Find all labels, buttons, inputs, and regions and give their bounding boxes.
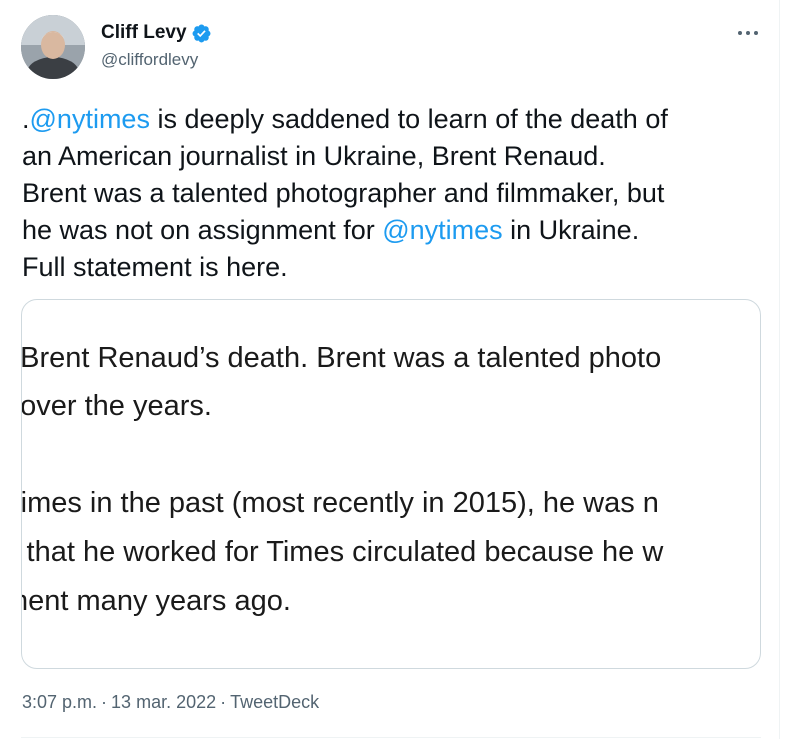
attached-image[interactable]: f Brent Renaud’s death. Brent was a tale… xyxy=(21,299,761,669)
image-text-line: ment many years ago. xyxy=(21,585,291,617)
tweet-metadata: 3:07 p.m. · 13 mar. 2022 · TweetDeck xyxy=(22,692,319,713)
image-text-line: Times in the past (most recently in 2015… xyxy=(21,487,659,519)
tweet-line: .@nytimes is deeply saddened to learn of… xyxy=(22,101,762,138)
separator: · xyxy=(101,692,108,712)
avatar[interactable] xyxy=(21,15,85,79)
tweet-date[interactable]: 13 mar. 2022 xyxy=(111,692,216,712)
more-options-icon xyxy=(738,31,758,35)
tweet-line-text: is deeply saddened to learn of the death… xyxy=(149,104,668,134)
tweet-line-suffix: in Ukraine. xyxy=(502,215,640,245)
tweet-time[interactable]: 3:07 p.m. xyxy=(22,692,97,712)
verified-badge-icon xyxy=(191,23,212,44)
separator: · xyxy=(220,692,227,712)
mention-link-nytimes[interactable]: @nytimes xyxy=(382,215,502,245)
mention-link-nytimes[interactable]: @nytimes xyxy=(30,104,150,134)
tweet-line: an American journalist in Ukraine, Brent… xyxy=(22,141,606,171)
tweet-line: Brent was a talented photographer and fi… xyxy=(22,178,665,208)
divider xyxy=(21,737,761,738)
author-handle[interactable]: @cliffordlevy xyxy=(101,50,198,70)
tweet-line-text: he was not on assignment for xyxy=(22,215,383,245)
tweet-line: he was not on assignment for @nytimes in… xyxy=(22,212,762,249)
avatar-photo-icon xyxy=(21,15,85,79)
tweet-line: Full statement is here. xyxy=(22,252,288,282)
image-text-line: f Brent Renaud’s death. Brent was a tale… xyxy=(21,342,662,374)
author-name-row[interactable]: Cliff Levy xyxy=(101,22,212,44)
tweet-text: .@nytimes is deeply saddened to learn of… xyxy=(22,101,762,286)
tweet-card: Cliff Levy @cliffordlevy .@nytimes is de… xyxy=(0,0,780,739)
tweet-source[interactable]: TweetDeck xyxy=(230,692,319,712)
tweet-line-prefix: . xyxy=(22,104,30,134)
more-options-button[interactable] xyxy=(734,22,762,44)
image-text-line: : over the years. xyxy=(21,390,212,422)
image-text-line: s that he worked for Times circulated be… xyxy=(21,536,664,568)
author-display-name[interactable]: Cliff Levy xyxy=(101,22,187,44)
